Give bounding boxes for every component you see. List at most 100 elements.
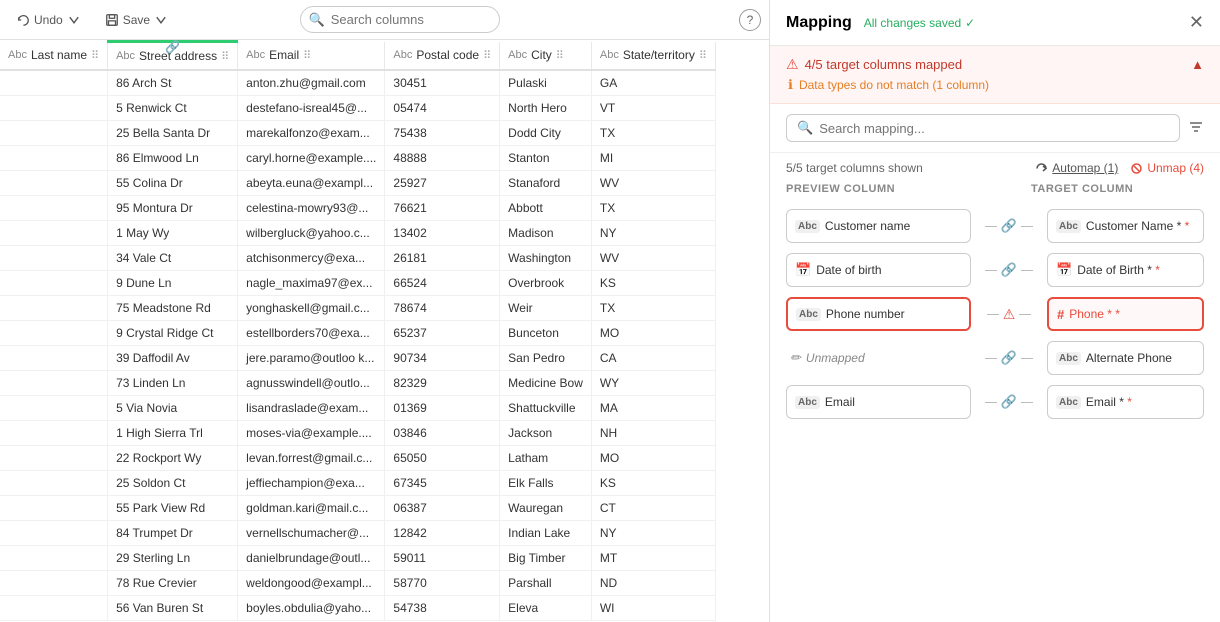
panel-controls: 🔍 xyxy=(770,104,1220,153)
table-row: 34 Vale Ctatchisonmercy@exa...26181Washi… xyxy=(0,246,715,271)
target-chip-unmapped: AbcAlternate Phone xyxy=(1047,341,1204,375)
table-row: 22 Rockport Wylevan.forrest@gmail.c...65… xyxy=(0,446,715,471)
col-email[interactable]: Abc Email ⠿ xyxy=(238,42,385,71)
mapping-panel: Mapping All changes saved ✓ ✕ ⚠ 4/5 targ… xyxy=(770,0,1220,622)
mapping-row-customer_name: AbcCustomer name 🔗 AbcCustomer Name * xyxy=(786,207,1204,245)
mapping-row-unmapped: ✏Unmapped 🔗 AbcAlternate Phone xyxy=(786,339,1204,377)
warn-icon[interactable]: ⚠ xyxy=(1003,306,1016,323)
preview-col-phone_number: AbcPhone number xyxy=(786,297,971,331)
table-row: 39 Daffodil Avjere.paramo@outloo k...907… xyxy=(0,346,715,371)
table-row: 25 Soldon Ctjeffiechampion@exa...67345El… xyxy=(0,471,715,496)
table-scroll[interactable]: Abc Last name ⠿ 🔗 Abc Street address ⠿ xyxy=(0,40,769,622)
preview-col-date_of_birth: 📅Date of birth xyxy=(786,253,971,287)
table-row: 55 Park View Rdgoldman.kari@mail.c...063… xyxy=(0,496,715,521)
target-col-phone_number: #Phone * xyxy=(1047,297,1204,331)
target-chip-phone_number: #Phone * xyxy=(1047,297,1204,331)
preview-chip-date_of_birth: 📅Date of birth xyxy=(786,253,971,287)
table-row: 84 Trumpet Drvernellschumacher@...12842I… xyxy=(0,521,715,546)
target-chip-customer_name: AbcCustomer Name * xyxy=(1047,209,1204,243)
link-icon-date_of_birth[interactable]: 🔗 xyxy=(1001,262,1017,278)
alert-sub: ℹ Data types do not match (1 column) xyxy=(786,77,1204,93)
connector-phone_number: ⚠ xyxy=(979,306,1039,323)
table-row: 5 Via Novialisandraslade@exam...01369Sha… xyxy=(0,396,715,421)
preview-type-phone_number: Abc xyxy=(796,308,821,321)
link-icon-customer_name[interactable]: 🔗 xyxy=(1001,218,1017,234)
table-area: Undo Save 🔍 ? Abc Last name xyxy=(0,0,770,622)
target-type-email: Abc xyxy=(1056,396,1081,409)
table-row: 95 Montura Drcelestina-mowry93@...76621A… xyxy=(0,196,715,221)
table-row: 56 Van Buren Stboyles.obdulia@yaho...547… xyxy=(0,596,715,621)
target-type-date_of_birth: 📅 xyxy=(1056,262,1072,278)
alert-sub-text: Data types do not match (1 column) xyxy=(799,78,989,92)
mapping-row-date_of_birth: 📅Date of birth 🔗 📅Date of Birth * xyxy=(786,251,1204,289)
preview-chip-unmapped: ✏Unmapped xyxy=(786,341,971,375)
mapping-column-headers: Preview column Target column xyxy=(770,183,1220,199)
table-row: 1 May Wywilbergluck@yahoo.c...13402Madis… xyxy=(0,221,715,246)
col-last-name[interactable]: Abc Last name ⠿ xyxy=(0,42,108,71)
target-type-phone_number: # xyxy=(1057,307,1064,322)
mapping-row-email: AbcEmail 🔗 AbcEmail * xyxy=(786,383,1204,421)
table-row: 73 Linden Lnagnusswindell@outlo...82329M… xyxy=(0,371,715,396)
table-row: 25 Bella Santa Drmarekalfonzo@exam...754… xyxy=(0,121,715,146)
connector-unmapped: 🔗 xyxy=(979,350,1039,366)
panel-header: Mapping All changes saved ✓ ✕ xyxy=(770,0,1220,46)
link-icon-unmapped[interactable]: 🔗 xyxy=(1001,350,1017,366)
target-chip-date_of_birth: 📅Date of Birth * xyxy=(1047,253,1204,287)
col-city[interactable]: Abc City ⠿ xyxy=(500,42,592,71)
target-col-header: Target column xyxy=(1031,183,1204,195)
mapping-row-phone_number: AbcPhone number ⚠ #Phone * xyxy=(786,295,1204,333)
search-input[interactable] xyxy=(300,6,500,33)
alert-main-text: 4/5 target columns mapped xyxy=(805,57,963,72)
connector-customer_name: 🔗 xyxy=(979,218,1039,234)
search-mapping-input[interactable] xyxy=(819,121,1169,136)
alert-main[interactable]: ⚠ 4/5 target columns mapped ▲ xyxy=(786,56,1204,73)
target-chip-email: AbcEmail * xyxy=(1047,385,1204,419)
saved-badge: All changes saved ✓ xyxy=(864,16,975,30)
preview-col-customer_name: AbcCustomer name xyxy=(786,209,971,243)
close-button[interactable]: ✕ xyxy=(1189,12,1204,33)
preview-col-unmapped: ✏Unmapped xyxy=(786,341,971,375)
save-label: Save xyxy=(123,13,150,27)
target-type-unmapped: Abc xyxy=(1056,352,1081,365)
table-row: 78 Rue Crevierweldongood@exampl...58770P… xyxy=(0,571,715,596)
panel-title: Mapping xyxy=(786,14,852,32)
table-row: 55 Colina Drabeyta.euna@exampl...25927St… xyxy=(0,171,715,196)
search-bar: 🔍 xyxy=(300,6,500,33)
col-state-territory[interactable]: Abc State/territory ⠿ xyxy=(591,42,715,71)
alert-icon: ⚠ xyxy=(786,56,799,73)
unmap-button[interactable]: Unmap (4) xyxy=(1130,161,1204,175)
connector-email: 🔗 xyxy=(979,394,1039,410)
preview-type-customer_name: Abc xyxy=(795,220,820,233)
data-table: Abc Last name ⠿ 🔗 Abc Street address ⠿ xyxy=(0,40,716,621)
table-row: 9 Dune Lnnagle_maxima97@ex...66524Overbr… xyxy=(0,271,715,296)
target-col-customer_name: AbcCustomer Name * xyxy=(1047,209,1204,243)
save-button[interactable]: Save xyxy=(97,9,176,31)
target-col-email: AbcEmail * xyxy=(1047,385,1204,419)
undo-button[interactable]: Undo xyxy=(8,9,89,31)
preview-col-email: AbcEmail xyxy=(786,385,971,419)
alert-section: ⚠ 4/5 target columns mapped ▲ ℹ Data typ… xyxy=(770,46,1220,104)
edit-unmapped-icon[interactable]: ✏ xyxy=(790,350,801,366)
alert-expand-icon[interactable]: ▲ xyxy=(1191,57,1204,72)
table-row: 9 Crystal Ridge Ctestellborders70@exa...… xyxy=(0,321,715,346)
target-col-date_of_birth: 📅Date of Birth * xyxy=(1047,253,1204,287)
search-mapping[interactable]: 🔍 xyxy=(786,114,1180,142)
link-icon-email[interactable]: 🔗 xyxy=(1001,394,1017,410)
table-row: 5 Renwick Ctdestefano-isreal45@...05474N… xyxy=(0,96,715,121)
columns-status: 5/5 target columns shown Automap (1) Unm… xyxy=(770,153,1220,183)
table-row: 29 Sterling Lndanielbrundage@outl...5901… xyxy=(0,546,715,571)
search-icon: 🔍 xyxy=(309,12,325,28)
automap-button[interactable]: Automap (1) xyxy=(1035,161,1118,175)
table-row: 86 Arch Stanton.zhu@gmail.com30451Pulask… xyxy=(0,70,715,96)
connector-date_of_birth: 🔗 xyxy=(979,262,1039,278)
preview-type-email: Abc xyxy=(795,396,820,409)
filter-button[interactable] xyxy=(1188,119,1204,138)
preview-type-date_of_birth: 📅 xyxy=(795,262,811,278)
col-street-address[interactable]: 🔗 Abc Street address ⠿ xyxy=(108,42,238,71)
preview-chip-phone_number: AbcPhone number xyxy=(786,297,971,331)
table-row: 86 Elmwood Lncaryl.horne@example....4888… xyxy=(0,146,715,171)
help-button[interactable]: ? xyxy=(739,9,761,31)
target-col-unmapped: AbcAlternate Phone xyxy=(1047,341,1204,375)
col-postal-code[interactable]: Abc Postal code ⠿ xyxy=(385,42,500,71)
action-buttons: Automap (1) Unmap (4) xyxy=(1035,161,1204,175)
